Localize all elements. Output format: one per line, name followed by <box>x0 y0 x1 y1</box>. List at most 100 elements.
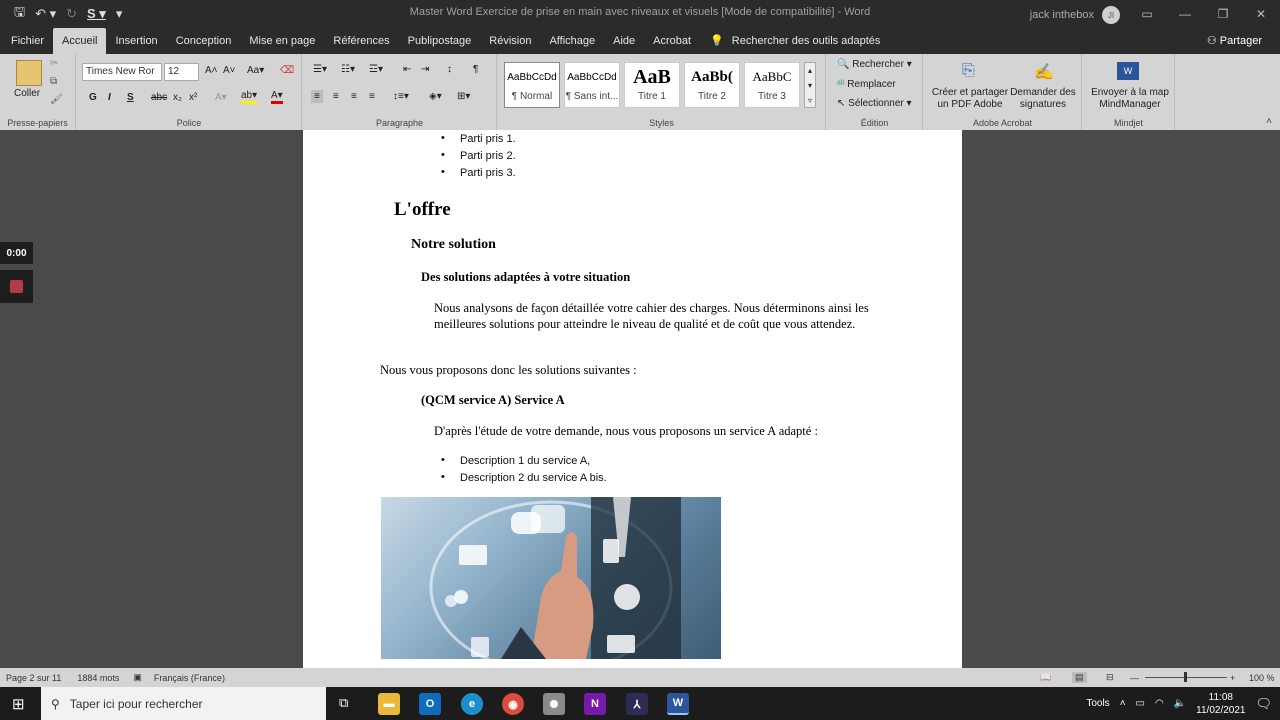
read-mode-icon[interactable]: 📖 <box>1040 672 1051 683</box>
windows-start-icon[interactable]: ⊞ <box>12 695 25 713</box>
onenote-icon[interactable]: N <box>584 693 606 715</box>
line-spacing-icon[interactable]: ↕≡▾ <box>393 91 409 102</box>
tab-conception[interactable]: Conception <box>167 28 241 54</box>
customize-qat-icon[interactable]: ▾ <box>116 6 123 22</box>
format-painter-icon[interactable]: 🖌 <box>50 94 63 105</box>
undo-icon[interactable]: ↶ ▾ <box>35 6 56 22</box>
zoom-out-icon[interactable]: — <box>1130 673 1139 683</box>
bullets-icon[interactable]: ☰▾ <box>313 64 327 75</box>
signature-icon[interactable]: ✍ <box>1034 62 1054 82</box>
align-center-icon[interactable]: ≡ <box>333 91 339 102</box>
font-size-select[interactable]: 12 <box>164 63 199 81</box>
superscript-icon[interactable]: x² <box>189 92 197 103</box>
tools-label[interactable]: Tools <box>1086 698 1109 709</box>
shading-icon[interactable]: ◈▾ <box>429 91 442 102</box>
document-page[interactable]: Parti pris 1. Parti pris 2. Parti pris 3… <box>303 130 962 668</box>
restore-icon[interactable]: ❐ <box>1204 0 1242 28</box>
notification-icon[interactable]: 🗨 <box>1255 696 1272 712</box>
minimize-icon[interactable]: — <box>1166 0 1204 28</box>
style-heading-3[interactable]: AaBbC Titre 3 <box>744 62 800 108</box>
redo-icon[interactable]: ↻ <box>66 6 77 22</box>
taskbar-search[interactable]: ⚲ Taper ici pour rechercher <box>41 687 326 720</box>
tab-publipostage[interactable]: Publipostage <box>399 28 481 54</box>
word-icon[interactable]: W <box>667 693 689 715</box>
underline-button[interactable]: S <box>127 92 134 103</box>
edge-icon[interactable]: e <box>461 693 483 715</box>
document-image[interactable] <box>381 497 721 659</box>
tab-accueil[interactable]: Accueil <box>53 28 107 54</box>
tab-aide[interactable]: Aide <box>604 28 644 54</box>
styles-more-icon[interactable]: ▴ ▾ ▿ <box>804 62 816 108</box>
close-icon[interactable]: ✕ <box>1242 0 1280 28</box>
copy-icon[interactable]: ⧉ <box>50 76 57 87</box>
zoom-level[interactable]: 100 % <box>1249 673 1275 683</box>
stop-recording-button[interactable] <box>0 270 33 303</box>
tab-fichier[interactable]: Fichier <box>2 28 53 54</box>
file-explorer-icon[interactable]: ▬ <box>378 693 400 715</box>
avatar[interactable]: JI <box>1102 6 1120 24</box>
select-button[interactable]: ↖ Sélectionner ▾ <box>837 98 912 109</box>
word-count[interactable]: 1884 mots <box>77 673 119 683</box>
chrome-icon[interactable]: ◉ <box>502 693 524 715</box>
wifi-icon[interactable]: ◠ <box>1155 698 1164 709</box>
web-layout-icon[interactable]: ⊟ <box>1106 672 1114 683</box>
print-layout-icon[interactable]: ▤ <box>1072 672 1087 683</box>
italic-button[interactable]: I <box>108 92 111 103</box>
style-no-spacing[interactable]: AaBbCcDd ¶ Sans int... <box>564 62 620 108</box>
tab-references[interactable]: Références <box>324 28 398 54</box>
style-heading-1[interactable]: AaB Titre 1 <box>624 62 680 108</box>
shrink-font-icon[interactable]: A˅ <box>223 65 236 76</box>
tab-insertion[interactable]: Insertion <box>106 28 166 54</box>
find-button[interactable]: 🔍 Rechercher ▾ <box>837 59 912 70</box>
style-normal[interactable]: AaBbCcDd ¶ Normal <box>504 62 560 108</box>
user-account[interactable]: jack inthebox JI <box>1030 6 1120 24</box>
task-view-icon[interactable]: ⧉ <box>339 695 348 711</box>
underline-quick-icon[interactable]: S ▾ <box>87 6 106 22</box>
zoom-in-icon[interactable]: + <box>1230 673 1235 683</box>
highlight-icon[interactable]: ab▾ <box>241 90 258 104</box>
strikethrough-icon[interactable]: abc <box>151 92 167 103</box>
font-color-icon[interactable]: A▾ <box>271 90 283 104</box>
paste-button[interactable]: Coller <box>14 88 40 99</box>
replace-button[interactable]: ᵃᵇ Remplacer <box>837 79 896 90</box>
pdf-icon[interactable]: ⎘ <box>962 62 975 80</box>
cut-icon[interactable]: ✂ <box>50 58 58 69</box>
battery-icon[interactable]: ▭ <box>1136 698 1145 709</box>
subscript-icon[interactable]: x₂ <box>173 92 182 103</box>
bold-button[interactable]: G <box>89 92 97 103</box>
volume-icon[interactable]: 🔈 <box>1174 698 1186 709</box>
clear-format-icon[interactable]: ⌫ <box>280 65 294 76</box>
chevron-up-icon[interactable]: ˄ <box>1120 698 1126 709</box>
clock[interactable]: 11:08 11/02/2021 <box>1196 691 1245 717</box>
multilevel-list-icon[interactable]: ☲▾ <box>369 64 383 75</box>
tab-revision[interactable]: Révision <box>480 28 540 54</box>
ribbon-display-icon[interactable]: ▭ <box>1128 0 1166 28</box>
outlook-icon[interactable]: O <box>419 693 441 715</box>
style-heading-2[interactable]: AaBb( Titre 2 <box>684 62 740 108</box>
change-case-icon[interactable]: Aa▾ <box>247 65 264 76</box>
proofing-icon[interactable]: ▣ <box>133 672 142 683</box>
send-mindmanager-button[interactable]: Envoyer à la map MindManager <box>1087 87 1173 111</box>
borders-icon[interactable]: ⊞▾ <box>457 91 470 102</box>
acrobat-icon[interactable]: ⅄ <box>626 693 648 715</box>
mindmanager-icon[interactable]: W <box>1117 62 1139 80</box>
numbering-icon[interactable]: ☷▾ <box>341 64 355 75</box>
collapse-ribbon-icon[interactable]: ˄ <box>1266 116 1272 127</box>
decrease-indent-icon[interactable]: ⇤ <box>403 64 411 75</box>
grow-font-icon[interactable]: A˄ <box>205 65 218 76</box>
create-pdf-button[interactable]: Créer et partager un PDF Adobe <box>928 87 1012 111</box>
page-count[interactable]: Page 2 sur 11 <box>6 673 61 683</box>
justify-icon[interactable]: ≡ <box>369 91 375 102</box>
zoom-thumb[interactable] <box>1184 672 1187 682</box>
tab-acrobat[interactable]: Acrobat <box>644 28 700 54</box>
language[interactable]: Français (France) <box>154 673 225 683</box>
share-button[interactable]: ⚇ Partager <box>1207 34 1262 47</box>
tab-affichage[interactable]: Affichage <box>540 28 604 54</box>
font-name-select[interactable]: Times New Ror <box>82 63 162 81</box>
app-icon[interactable]: ✺ <box>543 693 565 715</box>
save-icon[interactable]: 🖫 <box>14 3 25 25</box>
request-signatures-button[interactable]: Demander des signatures <box>1010 87 1076 111</box>
tell-me-search[interactable]: 💡 Rechercher des outils adaptés <box>700 28 889 54</box>
increase-indent-icon[interactable]: ⇥ <box>421 64 429 75</box>
sort-icon[interactable]: ↕ <box>447 64 452 75</box>
